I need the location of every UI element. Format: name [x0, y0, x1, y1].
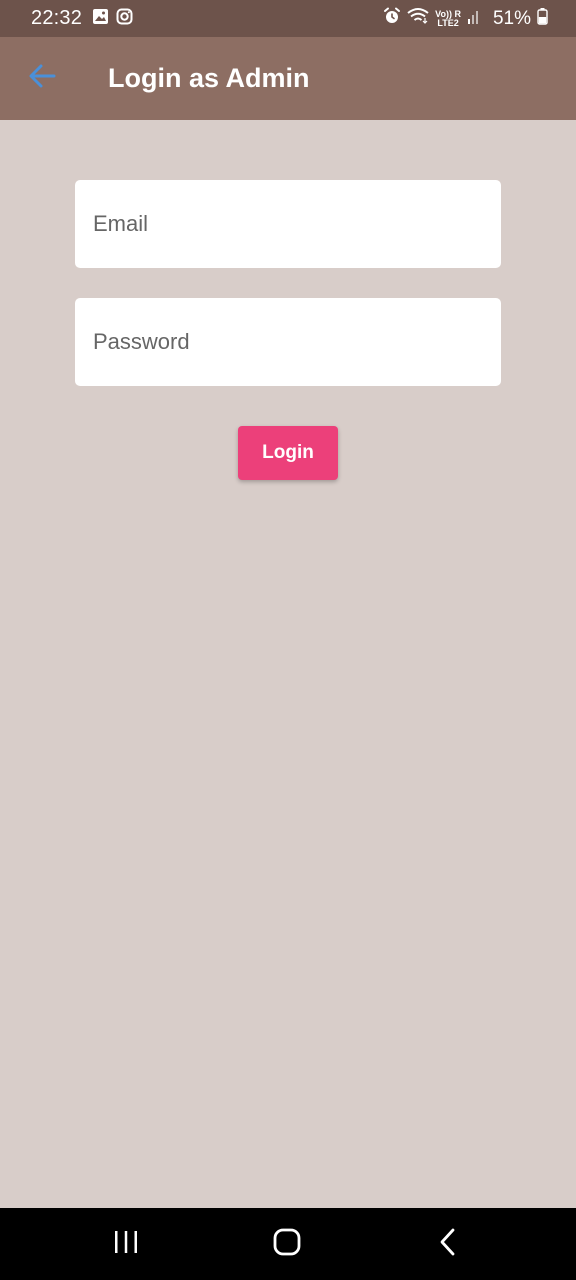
signal-icon [467, 7, 481, 30]
system-nav-bar [0, 1208, 576, 1280]
recent-apps-button[interactable] [102, 1224, 150, 1264]
home-button[interactable] [263, 1224, 311, 1264]
network-bottom-label: LTE2 [437, 17, 459, 28]
status-time: 22:32 [31, 7, 83, 29]
email-field[interactable] [75, 180, 501, 268]
home-icon [273, 1228, 301, 1261]
app-bar: Login as Admin [0, 37, 576, 120]
battery-icon [537, 7, 548, 30]
status-notification-icons [92, 8, 133, 30]
back-nav-icon [438, 1228, 458, 1261]
battery-percent: 51% [492, 7, 531, 29]
login-form: Login [0, 120, 576, 1208]
gallery-icon [92, 8, 109, 30]
alarm-icon [383, 7, 401, 30]
instagram-icon [116, 8, 133, 30]
password-field[interactable] [75, 298, 501, 386]
back-button[interactable] [22, 58, 62, 98]
wifi-icon [407, 7, 429, 30]
network-label: Vo)) R LTE2 [435, 9, 461, 28]
recent-apps-icon [113, 1230, 139, 1259]
back-nav-button[interactable] [424, 1224, 472, 1264]
login-button[interactable]: Login [238, 426, 338, 480]
status-system-icons: Vo)) R LTE2 51% [383, 7, 548, 30]
arrow-back-icon [28, 62, 56, 95]
page-title: Login as Admin [108, 63, 310, 93]
status-bar: 22:32 Vo)) R LTE2 51% [0, 0, 576, 37]
